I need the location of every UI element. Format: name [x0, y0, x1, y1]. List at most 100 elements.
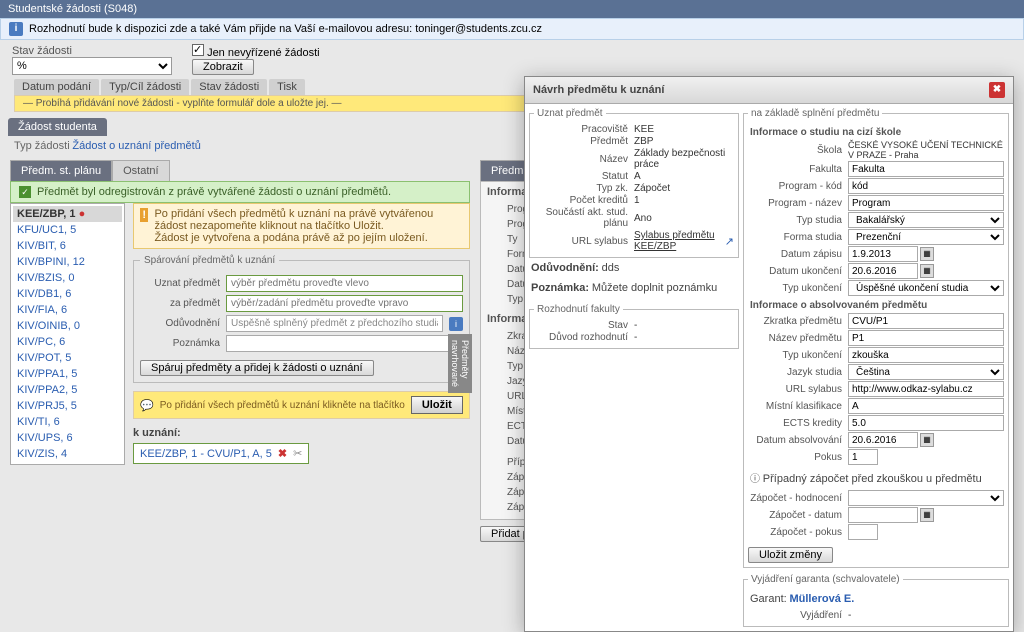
side-label: Předměty navrhované	[448, 334, 472, 393]
oduv-input[interactable]	[226, 315, 443, 332]
check-icon: ✓	[19, 186, 31, 198]
info-icon[interactable]: i	[449, 317, 463, 331]
show-button[interactable]: Zobrazit	[192, 59, 254, 75]
splneni-legend: na základě splnění předmětu	[748, 108, 882, 119]
r1-title: Informace o studiu na cizí škole	[750, 127, 1004, 138]
calendar-icon[interactable]: ▦	[920, 247, 934, 261]
stav-label: Stav žádosti	[12, 45, 72, 57]
typs-select[interactable]: Bakalářský	[848, 212, 1004, 228]
r2-title: Informace o absolvovaném předmětu	[750, 300, 1004, 311]
chip-text: KEE/ZBP, 1 - CVU/P1, A, 5	[140, 448, 272, 460]
pair-button[interactable]: Spáruj předměty a přidej k žádosti o uzn…	[140, 360, 374, 376]
garant-name: Müllerová E.	[789, 593, 854, 605]
pairing-fieldset: Spárování předmětů k uznání Uznat předmě…	[133, 255, 470, 383]
list-item[interactable]: KIV/BIT, 6	[13, 238, 122, 254]
zap-d-input[interactable]	[848, 507, 918, 523]
warn-text: Po přidání všech předmětů k uznání na pr…	[154, 208, 463, 244]
typu-select[interactable]: Úspěšné ukončení studia	[848, 280, 1004, 296]
external-icon: ↗	[725, 235, 734, 248]
window-title: Studentské žádosti (S048)	[0, 0, 1024, 18]
fakulta-input[interactable]	[848, 161, 1004, 177]
pkod-input[interactable]	[848, 178, 1004, 194]
list-item[interactable]: KIV/BPINI, 12	[13, 254, 122, 270]
k-uznani-label: k uznání:	[133, 427, 470, 439]
warning-box: ! Po přidání všech předmětů k uznání na …	[133, 203, 470, 249]
splneni-fieldset: na základě splnění předmětu Informace o …	[743, 108, 1009, 568]
warn-icon: !	[140, 208, 148, 222]
list-item[interactable]: KIV/PC, 6	[13, 334, 122, 350]
save-changes-button[interactable]: Uložit změny	[748, 547, 833, 563]
remove-icon[interactable]: ✖	[278, 447, 287, 460]
col-typ: Typ/Cíl žádosti	[101, 79, 189, 95]
uznat-fieldset: Uznat předmět PracovištěKEE PředmětZBP N…	[529, 108, 739, 258]
type-label: Typ žádosti	[14, 140, 70, 152]
calendar-icon[interactable]: ▦	[920, 433, 934, 447]
modal: Návrh předmětu k uznání ✖ Uznat předmět …	[524, 76, 1014, 632]
list-item[interactable]: KFU/UC1, 5	[13, 222, 122, 238]
list-item[interactable]: KEE/ZBP, 1 ●	[13, 206, 122, 222]
save-hint-bar: 💬 Po přidání všech předmětů k uznání kli…	[133, 391, 470, 419]
zap-p-input[interactable]	[848, 524, 878, 540]
form-select[interactable]: Prezenční	[848, 229, 1004, 245]
list-item[interactable]: KIV/PPA1, 5	[13, 366, 122, 382]
section-tab[interactable]: Žádost studenta	[8, 118, 107, 136]
pairing-chip: KEE/ZBP, 1 - CVU/P1, A, 5 ✖ ✂	[133, 443, 309, 464]
list-item[interactable]: KIV/POT, 5	[13, 350, 122, 366]
notice-bar: i Rozhodnutí bude k dispozici zde a také…	[0, 18, 1024, 40]
sylabus-link[interactable]: Sylabus předmětu KEE/ZBP	[634, 230, 725, 252]
ects-input[interactable]	[848, 415, 1004, 431]
list-item[interactable]: KIV/TI, 6	[13, 414, 122, 430]
zkr-input[interactable]	[848, 313, 1004, 329]
col-datum: Datum podání	[14, 79, 99, 95]
faculty-fieldset: Rozhodnutí fakulty Stav- Důvod rozhodnut…	[529, 304, 739, 349]
col-stav: Stav žádosti	[191, 79, 267, 95]
save-hint-text: Po přidání všech předmětů k uznání klikn…	[160, 400, 405, 411]
success-text: Předmět byl odregistrován z právě vytvář…	[37, 186, 391, 198]
za-input[interactable]	[226, 295, 463, 312]
only-pending-checkbox[interactable]	[192, 44, 204, 56]
only-pending-label: Jen nevyřízené žádosti	[207, 47, 320, 59]
zap-note: ⓘ Případný zápočet před zkouškou u předm…	[748, 466, 1004, 489]
tab-plan[interactable]: Předm. st. plánu	[10, 160, 112, 181]
list-item[interactable]: KIV/UPS, 6	[13, 430, 122, 446]
duk-input[interactable]	[848, 263, 918, 279]
calendar-icon[interactable]: ▦	[920, 508, 934, 522]
list-item[interactable]: KIV/OINIB, 0	[13, 318, 122, 334]
pozn-row: Poznámka: Můžete doplnit poznámku	[529, 278, 739, 298]
tab-other[interactable]: Ostatní	[112, 160, 169, 181]
pair-legend: Spárování předmětů k uznání	[140, 255, 279, 266]
zap-h-select[interactable]	[848, 490, 1004, 506]
pokus-input[interactable]	[848, 449, 878, 465]
filter-row: Stav žádosti % Jen nevyřízené žádosti Zo…	[0, 40, 1024, 79]
calendar-icon[interactable]: ▦	[920, 264, 934, 278]
pnaz-input[interactable]	[848, 195, 1004, 211]
col-tisk: Tisk	[269, 79, 305, 95]
mkl-input[interactable]	[848, 398, 1004, 414]
typu2-input[interactable]	[848, 347, 1004, 363]
list-item[interactable]: KIV/ZIS, 4	[13, 446, 122, 462]
list-item[interactable]: KIV/BZIS, 0	[13, 270, 122, 286]
pozn-input[interactable]	[226, 335, 463, 352]
list-item[interactable]: KIV/DB1, 6	[13, 286, 122, 302]
left-tabs: Předm. st. plánu Ostatní	[10, 160, 470, 181]
naz2-input[interactable]	[848, 330, 1004, 346]
subject-list[interactable]: KEE/ZBP, 1 ● KFU/UC1, 5 KIV/BIT, 6 KIV/B…	[10, 203, 125, 465]
list-item[interactable]: KIV/PPA2, 5	[13, 382, 122, 398]
type-link[interactable]: Žádost o uznání předmětů	[72, 140, 200, 152]
save-button[interactable]: Uložit	[411, 396, 463, 414]
url-input[interactable]	[848, 381, 1004, 397]
scissors-icon[interactable]: ✂	[293, 447, 302, 460]
za-label: za předmět	[140, 298, 220, 309]
stav-select[interactable]: %	[12, 57, 172, 75]
notice-text: Rozhodnutí bude k dispozici zde a také V…	[29, 23, 542, 35]
uznat-input[interactable]	[226, 275, 463, 292]
dabs-input[interactable]	[848, 432, 918, 448]
close-icon[interactable]: ✖	[989, 82, 1005, 98]
modal-title: Návrh předmětu k uznání	[533, 84, 664, 96]
dzap-input[interactable]	[848, 246, 918, 262]
fac-legend: Rozhodnutí fakulty	[534, 304, 623, 315]
list-item[interactable]: KIV/PRJ5, 5	[13, 398, 122, 414]
oduv-label: Odůvodnění	[140, 318, 220, 329]
list-item[interactable]: KIV/FIA, 6	[13, 302, 122, 318]
jaz-select[interactable]: Čeština	[848, 364, 1004, 380]
